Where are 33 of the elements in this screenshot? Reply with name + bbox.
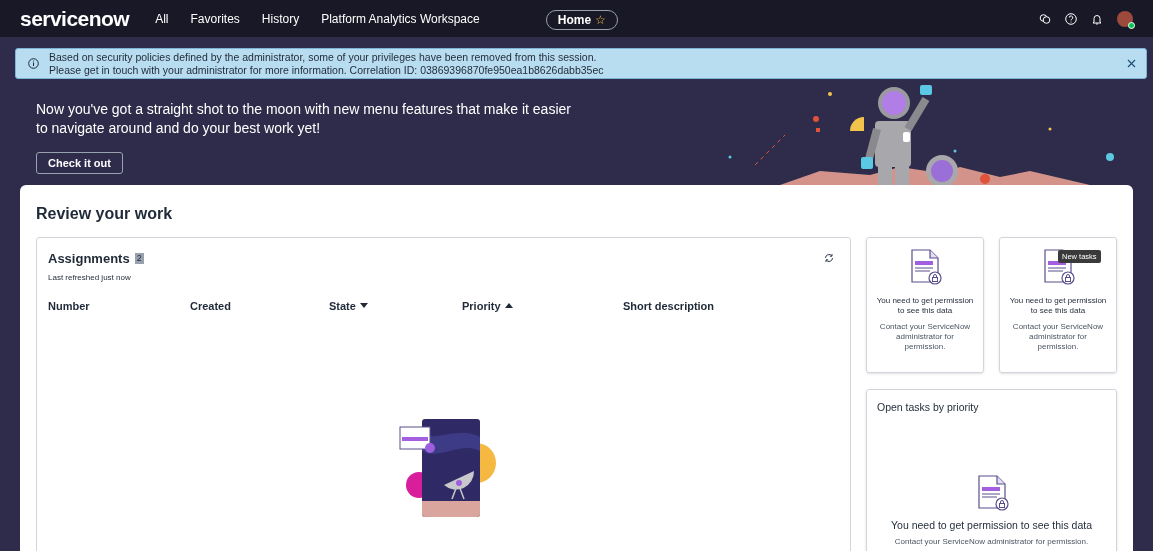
column-header[interactable]: Priority	[462, 297, 623, 314]
card-title: Open tasks by priority	[877, 400, 979, 415]
column-header[interactable]: State	[329, 297, 462, 314]
permission-text: Contact your ServiceNow administrator for permission.	[878, 322, 972, 352]
permission-title: You need to get permission to see this data	[875, 296, 975, 316]
permission-title: You need to get permission to see this data	[1008, 296, 1108, 316]
count-badge: 2	[134, 253, 144, 265]
refresh-icon[interactable]	[824, 253, 834, 263]
hero-text: Now you've got a straight shot to the moon with new menu features that make it easier to navigate around and do your best work yet!	[36, 100, 572, 138]
servicenow-logo[interactable]: servicenow	[20, 2, 130, 35]
column-header[interactable]: Created	[190, 297, 329, 314]
check-it-out-button[interactable]: Check it out	[36, 152, 123, 174]
column-header[interactable]: Short description	[623, 297, 839, 314]
chat-icon[interactable]	[1039, 12, 1051, 25]
help-icon[interactable]	[1065, 12, 1077, 25]
star-icon[interactable]: ☆	[595, 11, 607, 29]
section-title: Review your work	[36, 204, 174, 224]
permission-detail: Contact your ServiceNow administrator for permission.	[894, 535, 1089, 548]
column-header[interactable]: Number	[48, 297, 190, 314]
last-refreshed-text: Last refreshed just now	[48, 271, 132, 284]
close-icon[interactable]	[1127, 59, 1136, 68]
permission-text: Contact your ServiceNow administrator for permission.	[1011, 322, 1105, 352]
user-avatar[interactable]	[1117, 10, 1133, 27]
nav-menu-link[interactable]: History	[261, 9, 300, 28]
nav-menu-link[interactable]: Platform Analytics Workspace	[321, 9, 480, 28]
nav-menu-link[interactable]: All	[155, 9, 169, 28]
card-title: Assignments	[48, 250, 130, 268]
banner-message-line: Please get in touch with your administrator for more information. Correlation ID: 03869396870fe950ea1b8626dabb35ec	[49, 63, 604, 77]
nav-menu-link[interactable]: Favorites	[190, 9, 240, 28]
permission-message: You need to get permission to see this data	[891, 517, 1092, 533]
info-icon	[28, 58, 39, 69]
notification-bell-icon[interactable]	[1091, 12, 1103, 25]
banner-message-line: Based on security policies defined by the administrator, some of your privileges have been removed from this session.	[49, 50, 598, 64]
